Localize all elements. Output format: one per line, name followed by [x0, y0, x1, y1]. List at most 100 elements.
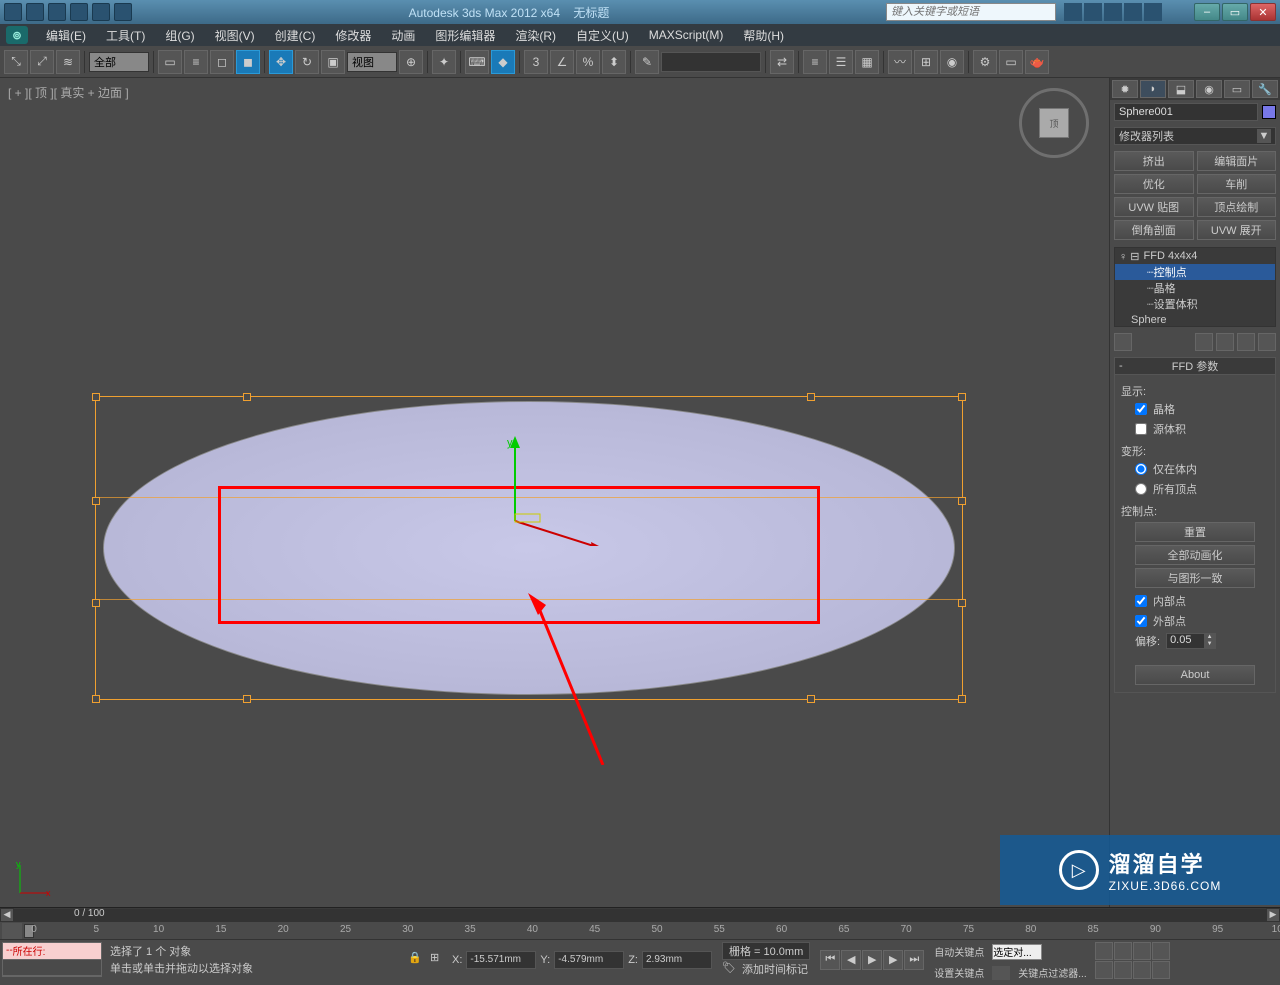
- spinner-up-icon[interactable]: ▲: [1203, 634, 1215, 641]
- render-setup-icon[interactable]: ⚙: [973, 50, 997, 74]
- btn-extrude[interactable]: 挤出: [1114, 151, 1194, 171]
- ffd-handle[interactable]: [958, 599, 966, 607]
- all-vertices-radio[interactable]: [1135, 483, 1147, 495]
- schematic-view-icon[interactable]: ⊞: [914, 50, 938, 74]
- btn-edit-patch[interactable]: 编辑面片: [1197, 151, 1277, 171]
- zoom-all-icon[interactable]: [1114, 942, 1132, 960]
- selected-pair-input[interactable]: [992, 944, 1042, 960]
- auto-key-button[interactable]: 自动关键点: [930, 942, 988, 961]
- ffd-handle[interactable]: [958, 695, 966, 703]
- y-coord-input[interactable]: -4.579mm: [554, 951, 624, 969]
- qa-undo-icon[interactable]: [70, 3, 88, 21]
- menu-views[interactable]: 视图(V): [205, 24, 265, 47]
- angle-snap-icon[interactable]: ∠: [550, 50, 574, 74]
- scroll-right-icon[interactable]: ▶: [1266, 908, 1280, 922]
- configure-sets-icon[interactable]: [1258, 333, 1276, 351]
- curve-editor-icon[interactable]: 〰: [888, 50, 912, 74]
- ffd-handle[interactable]: [807, 393, 815, 401]
- app-menu-icon[interactable]: ⊚: [6, 26, 28, 44]
- scroll-left-icon[interactable]: ◀: [0, 908, 14, 922]
- ffd-handle[interactable]: [92, 599, 100, 607]
- menu-graph-editors[interactable]: 图形编辑器: [425, 24, 505, 47]
- ref-coord-combo[interactable]: 视图: [347, 52, 397, 72]
- modifier-stack[interactable]: ♀ ⊟FFD 4x4x4 ┈ 控制点 ┈ 晶格 ┈ 设置体积 Sphere: [1114, 247, 1276, 327]
- tab-modify-icon[interactable]: ◗: [1140, 80, 1166, 98]
- qa-redo-icon[interactable]: [92, 3, 110, 21]
- help-search-box[interactable]: [886, 3, 1056, 21]
- snap-toggle-icon[interactable]: ◆: [491, 50, 515, 74]
- search-icon[interactable]: [1064, 3, 1082, 21]
- maximize-viewport-icon[interactable]: [1152, 961, 1170, 979]
- zoom-icon[interactable]: [1095, 942, 1113, 960]
- ffd-handle[interactable]: [92, 393, 100, 401]
- select-object-icon[interactable]: ▭: [158, 50, 182, 74]
- play-icon[interactable]: ▶: [862, 950, 882, 970]
- ffd-handle[interactable]: [92, 497, 100, 505]
- goto-end-icon[interactable]: ⏭: [904, 950, 924, 970]
- favorites-icon[interactable]: [1124, 3, 1142, 21]
- rollout-collapse-icon[interactable]: -: [1119, 360, 1123, 372]
- btn-optimize[interactable]: 优化: [1114, 174, 1194, 194]
- menu-rendering[interactable]: 渲染(R): [505, 24, 566, 47]
- layer-manager-icon[interactable]: ☰: [829, 50, 853, 74]
- menu-modifiers[interactable]: 修改器: [325, 24, 381, 47]
- z-coord-input[interactable]: 2.93mm: [642, 951, 712, 969]
- pan-icon[interactable]: [1114, 961, 1132, 979]
- time-slider-bar[interactable]: ◀ 0 / 100 ▶: [0, 907, 1280, 921]
- track-bar-toggle-icon[interactable]: [2, 923, 22, 939]
- scroll-track[interactable]: 0 / 100: [14, 909, 1266, 921]
- exchange-icon[interactable]: [1104, 3, 1122, 21]
- listener-input[interactable]: [3, 960, 101, 977]
- add-time-tag-label[interactable]: 添加时间标记: [742, 961, 808, 977]
- zoom-extents-icon[interactable]: [1133, 942, 1151, 960]
- timeline-ruler[interactable]: 0510152025303540455055606570758085909510…: [34, 922, 1280, 939]
- offset-spinner[interactable]: 0.05 ▲▼: [1166, 633, 1216, 649]
- ffd-handle[interactable]: [958, 497, 966, 505]
- qa-new-icon[interactable]: [4, 3, 22, 21]
- remove-modifier-icon[interactable]: [1237, 333, 1255, 351]
- rollout-header[interactable]: - FFD 参数: [1114, 357, 1276, 375]
- keyboard-shortcut-icon[interactable]: ⌨: [465, 50, 489, 74]
- show-end-result-icon[interactable]: [1195, 333, 1213, 351]
- stack-sub-lattice[interactable]: ┈ 晶格: [1115, 280, 1275, 296]
- help-search-input[interactable]: [887, 4, 1055, 20]
- spinner-snap-icon[interactable]: ⬍: [602, 50, 626, 74]
- menu-help[interactable]: 帮助(H): [733, 24, 794, 47]
- inside-points-checkbox[interactable]: [1135, 595, 1147, 607]
- viewcube[interactable]: 顶: [1019, 88, 1089, 158]
- unlink-icon[interactable]: ⤢: [30, 50, 54, 74]
- ffd-handle[interactable]: [958, 393, 966, 401]
- select-region-rect-icon[interactable]: ◻: [210, 50, 234, 74]
- orbit-icon[interactable]: [1133, 961, 1151, 979]
- script-listener-box[interactable]: -- 所在行:: [2, 942, 102, 977]
- render-production-icon[interactable]: 🫖: [1025, 50, 1049, 74]
- viewport-top[interactable]: [ + ][ 顶 ][ 真实 + 边面 ] 顶: [0, 78, 1110, 907]
- spinner-down-icon[interactable]: ▼: [1203, 641, 1215, 648]
- select-scale-icon[interactable]: ▣: [321, 50, 345, 74]
- select-manipulate-icon[interactable]: ✦: [432, 50, 456, 74]
- lock-selection-icon[interactable]: 🔒: [408, 951, 426, 969]
- time-tag-icon[interactable]: 🏷: [722, 961, 738, 977]
- lattice-checkbox[interactable]: [1135, 403, 1147, 415]
- modifier-list-dropdown[interactable]: 修改器列表 ▼: [1114, 127, 1276, 145]
- tab-motion-icon[interactable]: ◉: [1196, 80, 1222, 98]
- object-color-swatch[interactable]: [1262, 105, 1276, 119]
- goto-start-icon[interactable]: ⏮: [820, 950, 840, 970]
- select-move-icon[interactable]: ✥: [269, 50, 293, 74]
- minimize-button[interactable]: –: [1194, 3, 1220, 21]
- next-frame-icon[interactable]: ▶: [883, 950, 903, 970]
- graphite-icon[interactable]: ▦: [855, 50, 879, 74]
- menu-animation[interactable]: 动画: [381, 24, 425, 47]
- ffd-handle[interactable]: [243, 393, 251, 401]
- key-filters-button[interactable]: 关键点过滤器...: [1014, 963, 1090, 982]
- menu-edit[interactable]: 编辑(E): [36, 24, 96, 47]
- tab-hierarchy-icon[interactable]: ⬓: [1168, 80, 1194, 98]
- x-coord-input[interactable]: -15.571mm: [466, 951, 536, 969]
- select-link-icon[interactable]: ⤡: [4, 50, 28, 74]
- select-rotate-icon[interactable]: ↻: [295, 50, 319, 74]
- menu-create[interactable]: 创建(C): [265, 24, 326, 47]
- btn-lathe[interactable]: 车削: [1197, 174, 1277, 194]
- close-button[interactable]: ✕: [1250, 3, 1276, 21]
- stack-sub-set-volume[interactable]: ┈ 设置体积: [1115, 296, 1275, 312]
- reset-button[interactable]: 重置: [1135, 522, 1255, 542]
